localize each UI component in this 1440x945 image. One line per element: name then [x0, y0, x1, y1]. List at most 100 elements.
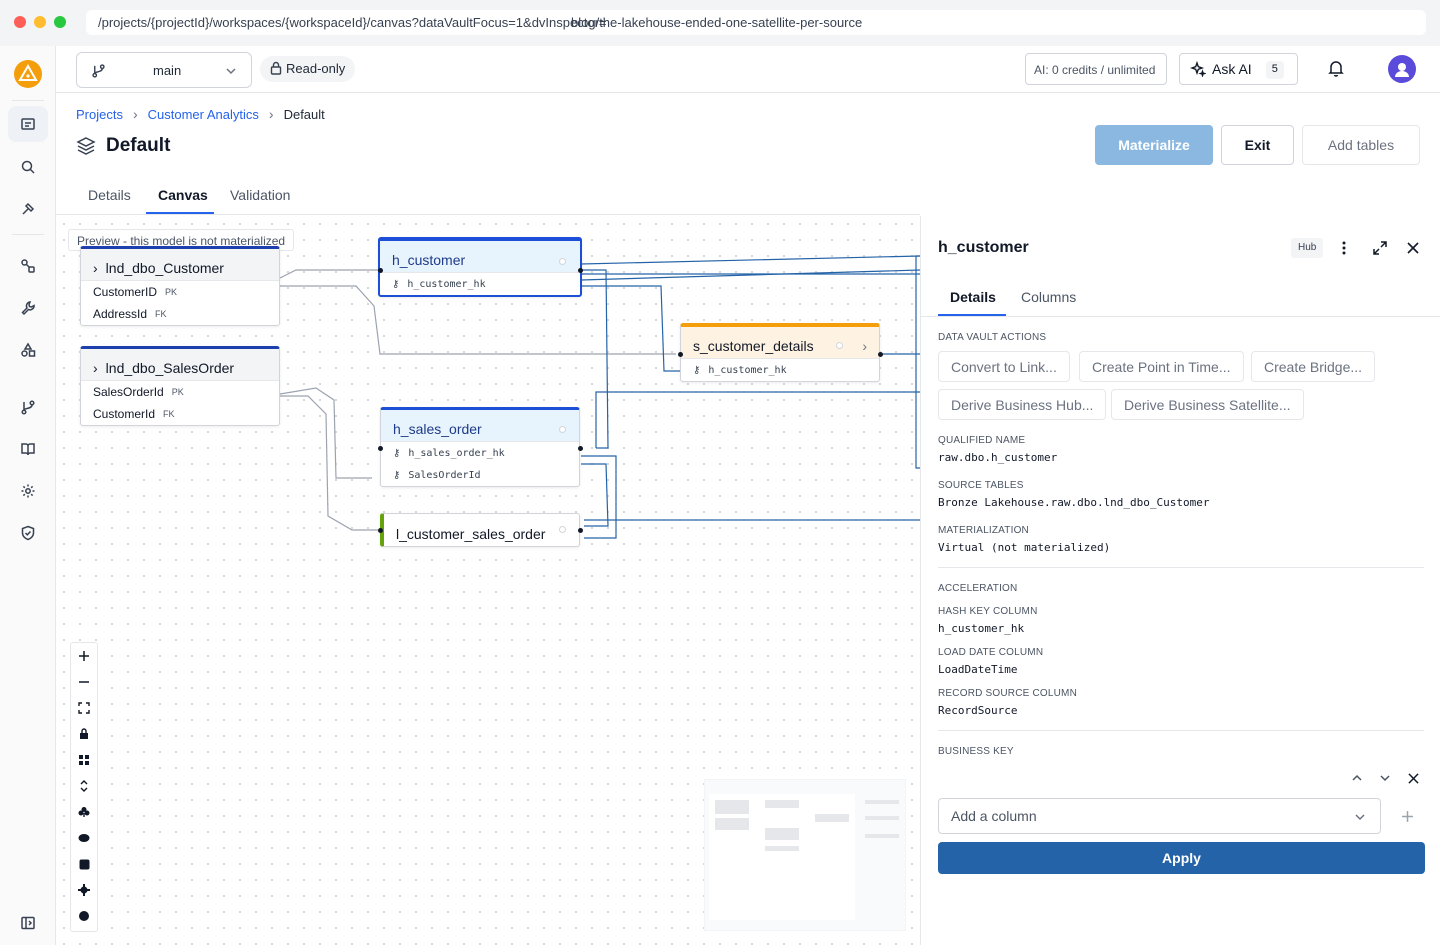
tab-inspector-columns[interactable]: Columns — [1021, 289, 1076, 305]
expand-panel-button[interactable] — [1370, 238, 1390, 258]
add-column-placeholder: Add a column — [951, 808, 1037, 824]
edge-handle[interactable] — [878, 352, 883, 357]
lock-canvas-button[interactable] — [71, 721, 97, 747]
tab-details[interactable]: Details — [88, 187, 131, 203]
rail-shapes-button[interactable] — [8, 332, 48, 368]
rail-collapse-button[interactable] — [8, 905, 48, 941]
node-h-sales-order[interactable]: h_sales_order ⚷ h_sales_order_hk ⚷ SalesOr… — [380, 407, 580, 487]
node-title: lnd_dbo_SalesOrder — [105, 360, 235, 376]
logo-icon — [14, 60, 42, 88]
record-source-value: RecordSource — [938, 704, 1018, 717]
chevron-right-icon[interactable]: › — [93, 260, 98, 276]
breadcrumb-customer-analytics[interactable]: Customer Analytics — [148, 107, 259, 122]
connector-dot[interactable] — [836, 342, 843, 349]
edge-handle[interactable] — [378, 268, 383, 273]
address-bar[interactable]: /projects/{projectId}/workspaces/{worksp… — [86, 10, 1426, 35]
ellipse-icon — [78, 834, 90, 842]
create-bridge-button[interactable]: Create Bridge... — [1251, 351, 1376, 382]
breadcrumb-projects[interactable]: Projects — [76, 107, 123, 122]
chevron-up-icon — [1352, 774, 1362, 781]
wrench-icon — [21, 301, 35, 316]
ask-ai-button[interactable]: Ask AI 5 — [1179, 53, 1298, 85]
maximize-window-button[interactable] — [54, 16, 66, 28]
move-down-button[interactable] — [1375, 768, 1395, 788]
tab-inspector-details[interactable]: Details — [950, 289, 996, 305]
notifications-button[interactable] — [1328, 59, 1344, 80]
remove-key-button[interactable] — [1403, 768, 1423, 788]
avatar[interactable] — [1388, 55, 1416, 83]
node-s-customer-details[interactable]: s_customer_details › ⚷ h_customer_hk — [680, 323, 880, 382]
chevron-right-icon[interactable]: › — [862, 338, 867, 354]
browser-chrome: /projects/{projectId}/workspaces/{worksp… — [0, 0, 1440, 46]
close-icon — [1407, 772, 1419, 784]
chevron-right-icon[interactable]: › — [93, 360, 98, 376]
fit-view-button[interactable] — [71, 695, 97, 721]
filter-satellites-button[interactable] — [71, 851, 97, 877]
add-tables-button[interactable]: Add tables — [1302, 125, 1420, 165]
divider — [938, 730, 1424, 731]
branch-selector[interactable]: main — [76, 52, 252, 88]
record-source-label: RECORD SOURCE COLUMN — [938, 688, 1078, 699]
edge-handle[interactable] — [678, 352, 683, 357]
minimap[interactable] — [704, 779, 906, 931]
rail-docs-button[interactable] — [8, 431, 48, 467]
model-canvas[interactable]: Preview - this model is not materialized… — [56, 216, 920, 945]
connector-dot[interactable] — [559, 258, 566, 265]
apply-button[interactable]: Apply — [938, 842, 1425, 874]
rail-build-button[interactable] — [8, 191, 48, 227]
node-l-customer-sales-order[interactable]: l_customer_sales_order — [380, 513, 580, 547]
close-window-button[interactable] — [14, 16, 26, 28]
auto-layout-button[interactable] — [71, 747, 97, 773]
rail-lineage-button[interactable] — [8, 248, 48, 284]
rail-security-button[interactable] — [8, 515, 48, 551]
node-title: s_customer_details — [693, 338, 814, 354]
add-key-button[interactable] — [1397, 806, 1417, 826]
convert-to-link-button[interactable]: Convert to Link... — [938, 351, 1070, 382]
zoom-out-button[interactable] — [71, 669, 97, 695]
business-key: SalesOrderId — [408, 469, 481, 481]
qualified-name-label: QUALIFIED NAME — [938, 435, 1026, 446]
node-h-customer[interactable]: h_customer ⚷ h_customer_hk — [378, 237, 582, 297]
filter-links-button[interactable] — [71, 825, 97, 851]
layers-icon — [76, 137, 96, 155]
rail-settings-button[interactable] — [8, 473, 48, 509]
key-icon: ⚷ — [693, 364, 701, 376]
edge-handle[interactable] — [578, 268, 583, 273]
tab-validation[interactable]: Validation — [230, 187, 290, 203]
more-options-button[interactable] — [1334, 238, 1354, 258]
tab-canvas[interactable]: Canvas — [158, 187, 208, 203]
rail-projects-button[interactable] — [8, 106, 48, 142]
create-pit-button[interactable]: Create Point in Time... — [1079, 351, 1244, 382]
exit-button[interactable]: Exit — [1221, 125, 1294, 165]
move-up-button[interactable] — [1347, 768, 1367, 788]
hash-key: h_customer_hk — [407, 278, 486, 290]
close-panel-button[interactable] — [1403, 238, 1423, 258]
derive-business-hub-button[interactable]: Derive Business Hub... — [938, 389, 1107, 420]
node-title: h_customer — [392, 252, 466, 268]
edge-handle[interactable] — [378, 446, 383, 451]
key-icon: ⚷ — [393, 447, 401, 459]
filter-pit-button[interactable] — [71, 903, 97, 929]
connector-dot[interactable] — [559, 526, 566, 533]
minimize-window-button[interactable] — [34, 16, 46, 28]
derive-business-satellite-button[interactable]: Derive Business Satellite... — [1111, 389, 1304, 420]
node-lnd-dbo-salesorder[interactable]: › lnd_dbo_SalesOrder SalesOrderId PK Custo… — [80, 346, 280, 426]
app-logo[interactable] — [8, 56, 48, 92]
folder-icon — [21, 118, 35, 130]
connector-dot[interactable] — [559, 426, 566, 433]
edge-handle[interactable] — [578, 528, 583, 533]
edge-handle[interactable] — [378, 528, 383, 533]
filter-bridges-button[interactable] — [71, 877, 97, 903]
zoom-in-button[interactable] — [71, 643, 97, 669]
edge-handle[interactable] — [578, 446, 583, 451]
rail-git-button[interactable] — [8, 389, 48, 425]
expand-collapse-button[interactable] — [71, 773, 97, 799]
ai-credits-indicator: AI: 0 credits / unlimited — [1025, 53, 1167, 85]
rail-search-button[interactable] — [8, 149, 48, 185]
readonly-badge: Read-only — [260, 56, 356, 82]
filter-hubs-button[interactable] — [71, 799, 97, 825]
rail-tools-button[interactable] — [8, 290, 48, 326]
add-column-select[interactable]: Add a column — [938, 798, 1381, 834]
node-lnd-dbo-customer[interactable]: › lnd_dbo_Customer CustomerID PK AddressId… — [80, 246, 280, 326]
materialize-button[interactable]: Materialize — [1095, 125, 1213, 165]
